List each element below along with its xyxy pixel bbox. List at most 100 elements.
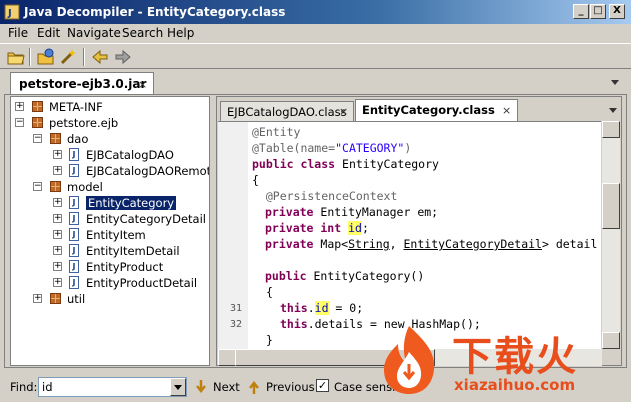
code-line: private EntityManager em; [265,205,438,219]
find-input[interactable]: id [38,377,187,397]
code-text: = 0; [328,301,364,315]
annotation: @Entity [252,125,301,139]
keyword: private [265,237,314,251]
forward-arrow-icon[interactable] [113,47,133,67]
expand-icon[interactable]: + [53,262,62,271]
tab-close-icon[interactable]: × [502,104,511,117]
expand-icon[interactable]: + [33,294,42,303]
toolbar [0,43,631,69]
code-text: Map< [313,237,349,251]
vertical-scrollbar[interactable] [602,121,620,349]
tree-node-label: EntityProduct [86,260,164,274]
package-icon [50,181,61,192]
expand-icon[interactable]: + [53,246,62,255]
code-line: @Table(name="CATEGORY") [252,141,411,155]
flame-logo-icon [384,326,435,394]
java-file-icon: J [69,196,79,209]
watermark-url: xiazaihuo.com [454,376,576,394]
expand-icon[interactable]: + [53,278,62,287]
chevron-down-icon[interactable] [609,108,617,113]
java-file-icon: J [69,228,79,241]
keyword: public class [252,157,336,171]
tree-node-label: EntityCategory [84,195,178,211]
archive-tab-row: petstore-ejb3.0.jar × [0,70,631,94]
next-arrow-icon[interactable] [193,378,209,396]
keyword: private int [265,221,342,235]
annotation: @PersistenceContext [252,189,398,203]
tab-ejbcatalogdao[interactable]: EJBCatalogDAO.class × [220,101,354,121]
collapse-icon[interactable]: − [33,134,42,143]
toolbar-separator [83,48,85,66]
expand-icon[interactable]: + [53,230,62,239]
string-literal: "CATEGORY" [335,141,405,155]
watermark-text: 下载火 [452,334,578,380]
line-number: 32 [229,319,242,330]
package-icon [32,101,43,112]
expand-icon[interactable]: + [53,198,62,207]
tab-entitycategory[interactable]: EntityCategory.class × [355,99,518,121]
code-text: , [389,237,404,251]
open-type-icon[interactable] [36,47,56,67]
annotation: ) [404,141,412,155]
svg-text:J: J [7,8,12,19]
expand-icon[interactable]: + [53,150,62,159]
app-icon: J [4,4,20,20]
tree-node-label: model [67,180,103,194]
code-text: EntityCategory() [306,269,425,283]
tree-node-label: EntityProductDetail [86,276,198,290]
menu-file[interactable]: File [8,26,28,40]
find-dropdown-button[interactable] [170,378,186,396]
menu-bar: File Edit Navigate Search Help [0,24,631,42]
code-line: public class EntityCategory [252,157,439,171]
code-line: private Map<String, EntityCategoryDetail… [265,237,597,251]
tree-node-label: dao [67,132,89,146]
wand-icon[interactable] [58,47,78,67]
code-line: private int id; [265,221,369,235]
collapse-icon[interactable]: − [33,182,42,191]
find-next-button[interactable]: Next [213,380,240,394]
tree-node-label: petstore.ejb [49,116,119,130]
code-line: this.id = 0; [280,301,363,315]
minimize-button[interactable]: _ [573,4,589,19]
tab-label: EntityCategory.class [362,103,495,117]
toolbar-separator [29,48,31,66]
java-file-icon: J [69,244,79,257]
open-folder-icon[interactable] [6,47,26,67]
menu-navigate[interactable]: Navigate [67,26,121,40]
back-arrow-icon[interactable] [90,47,110,67]
previous-arrow-icon[interactable] [246,378,262,396]
expand-icon[interactable]: + [15,102,24,111]
code-line: { [252,173,259,187]
code-line: } [266,333,273,347]
window-title: Java Decompiler - EntityCategory.class [24,5,286,19]
type-link[interactable]: String [348,237,390,251]
case-sensitive-checkbox[interactable]: ✓ [316,379,329,392]
keyword: this [280,301,308,315]
scroll-thumb[interactable] [602,183,620,229]
type-link[interactable]: EntityCategoryDetail [404,237,542,251]
watermark: 下载火 xiazaihuo.com [372,318,631,402]
code-text: . [307,301,315,315]
collapse-icon[interactable]: − [15,118,24,127]
find-previous-button[interactable]: Previous [266,380,315,394]
tree-node-label: util [67,292,86,306]
menu-search[interactable]: Search [122,26,163,40]
chevron-down-icon[interactable] [611,80,619,85]
scroll-left-button[interactable] [218,349,236,366]
maximize-button[interactable]: □ [590,4,606,19]
menu-help[interactable]: Help [167,26,194,40]
expand-icon[interactable]: + [53,214,62,223]
java-file-icon: J [69,260,79,273]
line-number-gutter [218,122,248,349]
menu-edit[interactable]: Edit [37,26,60,40]
tab-archive[interactable]: petstore-ejb3.0.jar × [10,72,154,94]
field-highlight: id [348,221,362,235]
code-view[interactable] [218,121,601,349]
close-button[interactable]: X [609,4,625,19]
expand-icon[interactable]: + [53,166,62,175]
java-file-icon: J [69,164,79,177]
scroll-up-button[interactable] [602,121,620,138]
tab-close-icon[interactable]: × [339,105,348,118]
java-file-icon: J [69,212,79,225]
tab-close-icon[interactable]: × [138,78,147,91]
